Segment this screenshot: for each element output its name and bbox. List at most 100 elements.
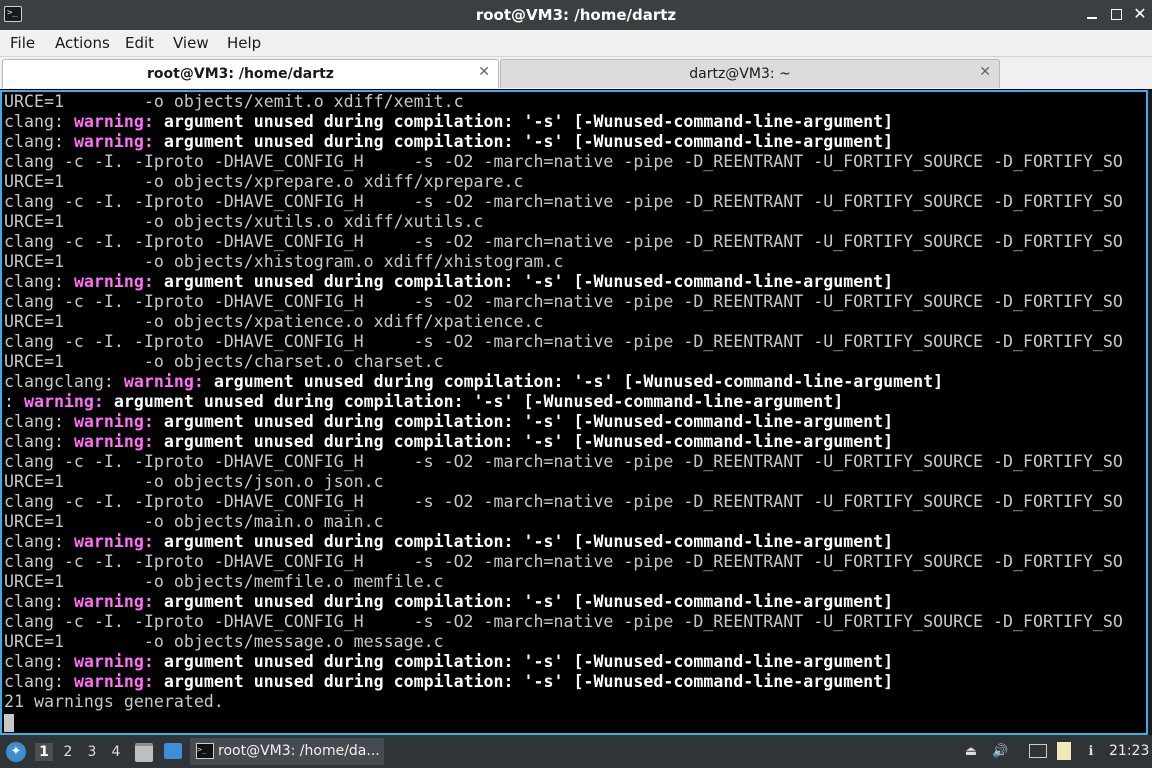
terminal-line: clang: warning: argument unused during c…	[4, 672, 893, 692]
terminal-line: clang: warning: argument unused during c…	[4, 272, 893, 292]
line-prefix: clang:	[4, 412, 74, 431]
warning-message: argument unused during compilation: '-s'…	[153, 412, 894, 431]
tab-root[interactable]: root@VM3: /home/dartz ✕	[2, 59, 499, 88]
minimize-button[interactable]	[1082, 4, 1102, 24]
terminal-line: clangclang: warning: argument unused dur…	[4, 372, 943, 392]
warning-label: warning:	[73, 432, 154, 451]
terminal-line: clang -c -I. -Iproto -DHAVE_CONFIG_H -s …	[4, 292, 1123, 311]
terminal-line: URCE=1 -o objects/message.o message.c	[4, 632, 444, 651]
terminal-line: clang: warning: argument unused during c…	[4, 112, 893, 132]
close-icon: ✕	[1133, 4, 1147, 23]
line-prefix: clang:	[4, 272, 74, 291]
terminal-line: clang -c -I. -Iproto -DHAVE_CONFIG_H -s …	[4, 552, 1123, 571]
line-prefix: clang:	[4, 652, 74, 671]
terminal-line: clang -c -I. -Iproto -DHAVE_CONFIG_H -s …	[4, 152, 1123, 171]
terminal-line: clang -c -I. -Iproto -DHAVE_CONFIG_H -s …	[4, 492, 1123, 511]
clipboard-icon[interactable]	[1057, 742, 1071, 760]
terminal-line: URCE=1 -o objects/memfile.o memfile.c	[4, 572, 444, 591]
terminal-line: clang: warning: argument unused during c…	[4, 432, 893, 452]
terminal-line: clang -c -I. -Iproto -DHAVE_CONFIG_H -s …	[4, 232, 1123, 251]
warning-label: warning:	[73, 132, 154, 151]
maximize-button[interactable]	[1106, 4, 1126, 24]
terminal-scrollbar[interactable]	[1148, 90, 1152, 735]
workspace-1[interactable]: 1	[35, 743, 53, 761]
menu-help[interactable]: Help	[227, 34, 261, 52]
terminal-line: clang: warning: argument unused during c…	[4, 532, 893, 552]
workspace-3[interactable]: 3	[83, 743, 101, 761]
terminal-line: clang -c -I. -Iproto -DHAVE_CONFIG_H -s …	[4, 192, 1123, 211]
warning-label: warning:	[123, 372, 204, 391]
file-manager-icon[interactable]	[135, 743, 153, 762]
terminal-line: clang -c -I. -Iproto -DHAVE_CONFIG_H -s …	[4, 612, 1123, 631]
terminal-line: URCE=1 -o objects/xemit.o xdiff/xemit.c	[4, 92, 464, 111]
tab-dartz[interactable]: dartz@VM3: ~ ✕	[500, 59, 1000, 88]
desktop-icon[interactable]	[164, 743, 182, 759]
task-label: root@VM3: /home/da...	[218, 743, 380, 759]
menu-edit[interactable]: Edit	[125, 34, 154, 52]
window-title: root@VM3: /home/dartz	[475, 6, 677, 24]
terminal-line: URCE=1 -o objects/xutils.o xdiff/xutils.…	[4, 212, 484, 231]
warning-message: argument unused during compilation: '-s'…	[153, 532, 894, 551]
terminal-line: clang: warning: argument unused during c…	[4, 652, 893, 672]
warning-label: warning:	[73, 592, 154, 611]
terminal-line: clang -c -I. -Iproto -DHAVE_CONFIG_H -s …	[4, 332, 1123, 351]
warning-label: warning:	[73, 652, 154, 671]
warning-message: argument unused during compilation: '-s'…	[153, 652, 894, 671]
warning-label: warning:	[73, 672, 154, 691]
menu-actions[interactable]: Actions	[55, 34, 110, 52]
warning-message: argument unused during compilation: '-s'…	[153, 112, 894, 131]
line-prefix: clang:	[4, 532, 74, 551]
tab-label: dartz@VM3: ~	[689, 66, 791, 82]
warning-message: argument unused during compilation: '-s'…	[103, 392, 844, 411]
terminal-cursor	[4, 714, 14, 732]
taskbar: ✦ 1 2 3 4 >_ root@VM3: /home/da... ⏏ 🔊 ℹ…	[0, 735, 1152, 768]
warning-label: warning:	[23, 392, 104, 411]
terminal-line: URCE=1 -o objects/json.o json.c	[4, 472, 384, 491]
terminal-line: URCE=1 -o objects/xhistogram.o xdiff/xhi…	[4, 252, 564, 271]
warning-label: warning:	[73, 272, 154, 291]
warning-message: argument unused during compilation: '-s'…	[203, 372, 944, 391]
warning-label: warning:	[73, 112, 154, 131]
notification-icon[interactable]: ℹ	[1083, 744, 1099, 760]
tab-bar: root@VM3: /home/dartz ✕ dartz@VM3: ~ ✕	[0, 57, 1152, 89]
close-icon[interactable]: ✕	[478, 64, 490, 80]
menu-view[interactable]: View	[173, 34, 209, 52]
line-prefix: clangclang:	[4, 372, 124, 391]
terminal-line: clang: warning: argument unused during c…	[4, 132, 893, 152]
line-prefix: clang:	[4, 672, 74, 691]
warning-message: argument unused during compilation: '-s'…	[153, 672, 894, 691]
warning-label: warning:	[73, 532, 154, 551]
warning-message: argument unused during compilation: '-s'…	[153, 272, 894, 291]
menu-bar: File Actions Edit View Help	[0, 30, 1152, 57]
line-prefix: clang:	[4, 432, 74, 451]
line-prefix: clang:	[4, 592, 74, 611]
lxqt-start-icon[interactable]: ✦	[6, 742, 26, 762]
terminal-line: URCE=1 -o objects/main.o main.c	[4, 512, 384, 531]
close-icon[interactable]: ✕	[979, 64, 991, 80]
terminal-line: URCE=1 -o objects/xpatience.o xdiff/xpat…	[4, 312, 544, 331]
clock[interactable]: 21:23	[1109, 743, 1149, 759]
terminal-line: clang: warning: argument unused during c…	[4, 592, 893, 612]
workspace-4[interactable]: 4	[107, 743, 125, 761]
tab-label: root@VM3: /home/dartz	[147, 66, 334, 82]
close-button[interactable]: ✕	[1130, 4, 1150, 24]
terminal-line: URCE=1 -o objects/xprepare.o xdiff/xprep…	[4, 172, 524, 191]
volume-icon[interactable]: 🔊	[992, 744, 1008, 760]
line-prefix: clang:	[4, 112, 74, 131]
network-icon[interactable]	[1029, 744, 1047, 758]
window-titlebar[interactable]: >_ root@VM3: /home/dartz ✕	[0, 0, 1152, 30]
terminal-line: 21 warnings generated.	[4, 692, 224, 711]
terminal-line: clang -c -I. -Iproto -DHAVE_CONFIG_H -s …	[4, 452, 1123, 471]
taskbar-task-terminal[interactable]: >_ root@VM3: /home/da...	[190, 738, 384, 765]
terminal-line: : warning: argument unused during compil…	[4, 392, 843, 412]
warning-message: argument unused during compilation: '-s'…	[153, 432, 894, 451]
line-prefix: clang:	[4, 132, 74, 151]
terminal-output[interactable]: URCE=1 -o objects/xemit.o xdiff/xemit.c c…	[0, 90, 1148, 735]
eject-icon[interactable]: ⏏	[963, 744, 979, 760]
workspace-2[interactable]: 2	[59, 743, 77, 761]
menu-file[interactable]: File	[10, 34, 35, 52]
line-prefix: :	[4, 392, 24, 411]
warning-label: warning:	[73, 412, 154, 431]
terminal-line: clang: warning: argument unused during c…	[4, 412, 893, 432]
warning-message: argument unused during compilation: '-s'…	[153, 132, 894, 151]
